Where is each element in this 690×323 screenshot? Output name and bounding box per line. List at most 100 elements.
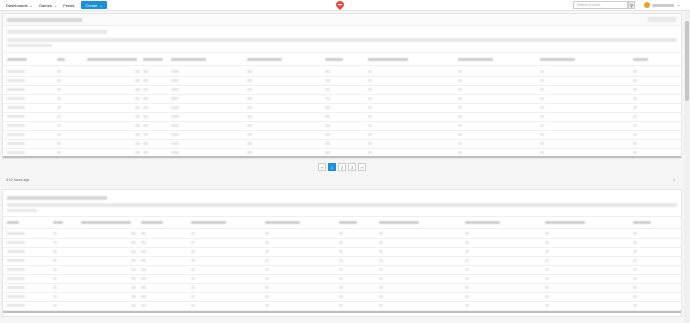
table-cell-redacted xyxy=(633,79,637,82)
table-cell-redacted xyxy=(247,115,252,118)
table-cell-redacted xyxy=(131,304,136,307)
table-cell-redacted xyxy=(339,286,343,289)
pagination: « 1 2 3 » xyxy=(318,163,366,171)
table-cell-redacted xyxy=(53,268,57,271)
table-cell-redacted xyxy=(458,142,462,145)
table-cell-redacted xyxy=(325,151,330,154)
table-cell-redacted xyxy=(7,142,25,145)
table-cell-redacted xyxy=(135,88,140,91)
table-cell-redacted xyxy=(57,88,61,91)
table-cell-redacted xyxy=(171,115,179,118)
table-cell-redacted xyxy=(143,142,148,145)
table-header-redacted xyxy=(81,221,131,224)
table-header-redacted xyxy=(171,58,206,61)
table-cell-redacted xyxy=(339,304,343,307)
table-cell-redacted xyxy=(53,286,57,289)
table-cell-redacted xyxy=(57,151,61,154)
logo-pin-icon[interactable] xyxy=(336,1,344,10)
table-cell-redacted xyxy=(7,151,25,154)
pager-page-3[interactable]: 3 xyxy=(348,163,356,171)
table-cell-redacted xyxy=(191,295,195,298)
pager-page-2[interactable]: 2 xyxy=(338,163,346,171)
panel-action-redacted[interactable] xyxy=(648,17,676,22)
table-cell-redacted xyxy=(143,106,148,109)
create-button[interactable]: Create ⌄ xyxy=(81,1,107,9)
table-cell-redacted xyxy=(57,142,61,145)
nav-feeds[interactable]: Feeds xyxy=(63,3,74,8)
table-cell-redacted xyxy=(379,286,383,289)
user-name[interactable] xyxy=(652,4,674,7)
table-cell-redacted xyxy=(633,232,637,235)
pager-prev[interactable]: « xyxy=(318,163,326,171)
table-cell-redacted xyxy=(141,304,146,307)
table-cell-redacted xyxy=(171,151,179,154)
table-cell-redacted xyxy=(339,277,343,280)
table-cell-redacted xyxy=(545,286,549,289)
table-cell-redacted xyxy=(540,79,544,82)
table-cell-redacted xyxy=(633,277,637,280)
table-cell-redacted xyxy=(465,241,469,244)
table-cell-redacted xyxy=(633,133,637,136)
table-cell-redacted xyxy=(379,277,383,280)
table-cell-redacted xyxy=(368,106,372,109)
table-cell-redacted xyxy=(368,70,372,73)
table-cell-redacted xyxy=(540,124,544,127)
table-cell-redacted xyxy=(135,151,140,154)
table-cell-redacted xyxy=(265,241,269,244)
scrollbar-thumb[interactable] xyxy=(685,21,689,101)
table-header-redacted xyxy=(57,58,65,61)
table-cell-redacted xyxy=(7,232,25,235)
table-cell-redacted xyxy=(265,250,269,253)
table-header-redacted xyxy=(545,221,585,224)
table-cell-redacted xyxy=(368,79,372,82)
nav-games[interactable]: Games ⌄ xyxy=(39,3,57,8)
panel-title-redacted xyxy=(7,18,82,22)
table-cell-redacted xyxy=(7,97,25,100)
create-button-label: Create xyxy=(85,2,98,8)
nav-games-label: Games xyxy=(38,2,52,8)
table-header-redacted xyxy=(339,221,357,224)
table-cell-redacted xyxy=(135,115,140,118)
chevron-down-icon[interactable]: ⌄ xyxy=(677,2,680,7)
table-cell-redacted xyxy=(131,295,136,298)
table-cell-redacted xyxy=(131,241,136,244)
table-cell-redacted xyxy=(131,277,136,280)
close-icon[interactable]: × xyxy=(673,177,675,182)
table-cell-redacted xyxy=(131,286,136,289)
table-cell-redacted xyxy=(368,97,372,100)
table-cell-redacted xyxy=(191,304,195,307)
nav-dashboards[interactable]: Dashboards ⌄ xyxy=(6,3,33,8)
table-cell-redacted xyxy=(57,106,61,109)
table-cell-redacted xyxy=(368,151,372,154)
table-header-redacted xyxy=(7,221,19,224)
search-input[interactable]: Search a-zone... xyxy=(573,1,628,9)
table-cell-redacted xyxy=(379,250,383,253)
table-cell-redacted xyxy=(325,88,330,91)
table-cell-redacted xyxy=(633,250,637,253)
table-header-redacted xyxy=(465,221,500,224)
table-cell-redacted xyxy=(545,232,549,235)
avatar[interactable] xyxy=(644,2,650,8)
report-panel-1 xyxy=(2,13,682,159)
table-cell-redacted xyxy=(540,115,544,118)
page-scrollbar[interactable] xyxy=(684,11,690,323)
table-cell-redacted xyxy=(368,115,372,118)
table-cell-redacted xyxy=(191,232,195,235)
table-cell-redacted xyxy=(458,115,462,118)
table-cell-redacted xyxy=(633,124,637,127)
table-cell-redacted xyxy=(379,259,383,262)
table-cell-redacted xyxy=(458,124,462,127)
table-cell-redacted xyxy=(143,115,148,118)
search-button[interactable]: ⚲ xyxy=(628,1,635,9)
pager-page-1[interactable]: 1 xyxy=(328,163,336,171)
pager-next[interactable]: » xyxy=(358,163,366,171)
table-cell-redacted xyxy=(545,304,549,307)
table-cell-redacted xyxy=(171,142,179,145)
table-cell-redacted xyxy=(143,151,148,154)
table-cell-redacted xyxy=(633,106,637,109)
table-cell-redacted xyxy=(325,124,330,127)
report-panel-2 xyxy=(2,189,682,317)
table-cell-redacted xyxy=(265,268,269,271)
table-cell-redacted xyxy=(465,232,469,235)
table-cell-redacted xyxy=(135,124,140,127)
